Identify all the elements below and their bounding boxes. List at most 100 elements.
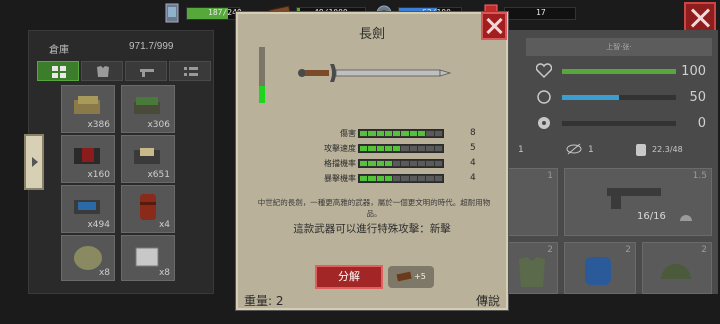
storage-slot[interactable]: x306	[121, 85, 175, 133]
stat-segment	[426, 161, 434, 166]
durability-bar	[259, 47, 265, 103]
damage-stat: 傷害 8	[288, 128, 498, 140]
storage-slot[interactable]: x494	[61, 185, 115, 233]
stat-label: 暴擊機率	[324, 174, 356, 183]
slot-number: 2	[701, 245, 707, 255]
crate-icon	[135, 247, 159, 267]
stat-segment	[368, 131, 376, 136]
heart-icon	[536, 63, 552, 79]
stat-segment	[360, 176, 368, 181]
stat-bar	[358, 159, 444, 168]
character-name: 上智·张·	[526, 38, 712, 56]
storage-slot[interactable]: x386	[61, 85, 115, 133]
stat-label: 攻擊速度	[324, 144, 356, 153]
stat-segment	[360, 131, 368, 136]
sub-stat-2: 1	[588, 145, 594, 155]
slot-count: x4	[158, 220, 170, 230]
gear-slot-helmet[interactable]: 2	[642, 242, 712, 294]
storage-slot[interactable]: x8	[61, 235, 115, 281]
stat-segment	[434, 161, 442, 166]
stat-bar	[358, 129, 444, 138]
slot-number: 2	[625, 245, 631, 255]
slot-count: x651	[147, 170, 170, 180]
cloth-stack-icon	[74, 96, 100, 114]
stomach-icon	[537, 90, 551, 104]
stat-segment	[384, 146, 393, 151]
stat-segment	[401, 161, 409, 166]
storage-slot[interactable]: x160	[61, 135, 115, 183]
slot-count: x8	[98, 268, 110, 278]
stat-segment	[426, 176, 434, 181]
weapon-slot[interactable]: 1.5 16/16	[564, 168, 712, 236]
blue-backpack-icon	[585, 257, 611, 285]
list-icon	[184, 67, 198, 76]
food-icon	[164, 3, 180, 23]
wire-stack-icon	[74, 200, 100, 214]
stat-segment	[409, 131, 418, 136]
storage-slot[interactable]: x4	[121, 185, 175, 233]
storage-slot[interactable]: x651	[121, 135, 175, 183]
pistol-icon	[607, 188, 661, 209]
storage-title: 倉庫	[49, 45, 69, 56]
stat-segment	[376, 146, 384, 151]
stat-segment	[393, 131, 401, 136]
cash-value: 17	[536, 8, 546, 17]
stat-segment	[401, 146, 409, 151]
slot-count: x386	[87, 120, 110, 130]
carry-weight: 22.3/48	[652, 145, 683, 154]
item-weight: 重量: 2	[244, 294, 284, 308]
item-detail-dialog: 長劍 傷害 8 攻擊速度 5 格擋機率 4 暴擊機率 4 中世紀的長劍，一種更高…	[236, 12, 508, 310]
health-value: 100	[681, 64, 706, 79]
storage-slot[interactable]: x8	[121, 235, 175, 281]
stat-segment	[393, 146, 401, 151]
gear-slot-backpack[interactable]: 2	[564, 242, 636, 294]
radiation-value: 0	[697, 116, 706, 131]
stat-segment	[434, 176, 442, 181]
stat-bar	[358, 144, 444, 153]
stat-value: 5	[470, 143, 476, 153]
ammo-count: 16/16	[637, 211, 666, 222]
stat-segment	[376, 131, 384, 136]
tab-list[interactable]	[169, 61, 211, 81]
gear-slot-left[interactable]: 1	[506, 168, 558, 236]
stat-segment	[418, 161, 426, 166]
crit-chance-stat: 暴擊機率 4	[288, 173, 498, 185]
stat-value: 4	[470, 158, 476, 168]
grid-icon	[52, 66, 66, 78]
stat-segment	[409, 161, 418, 166]
attack-speed-stat: 攻擊速度 5	[288, 143, 498, 155]
gear-slot-vest[interactable]: 2	[506, 242, 558, 294]
wood-icon	[396, 271, 412, 282]
eye-crossed-icon	[566, 143, 582, 155]
backpack-icon	[636, 144, 646, 156]
storage-panel: 倉庫 971.7/999 x386 x306 x160 x651 x494 x4…	[28, 30, 214, 294]
radiation-icon	[538, 117, 550, 129]
tab-all[interactable]	[37, 61, 79, 81]
slot-count: x306	[147, 120, 170, 130]
expand-panel-button[interactable]	[24, 134, 44, 190]
stat-value: 8	[470, 128, 476, 138]
stat-label: 傷害	[340, 129, 356, 138]
storage-capacity: 971.7/999	[129, 41, 174, 52]
slot-count: x494	[87, 220, 110, 230]
stat-segment	[368, 176, 376, 181]
stat-segment	[434, 131, 442, 136]
yield-amount: +5	[414, 272, 426, 281]
stat-segment	[384, 161, 393, 166]
helmet-small-icon	[680, 215, 692, 221]
stat-segment	[368, 146, 376, 151]
dismantle-button[interactable]: 分解	[315, 265, 383, 289]
stat-segment	[401, 176, 409, 181]
tab-weapons[interactable]	[125, 61, 167, 81]
vest-icon	[519, 257, 545, 287]
health-stat: 100	[536, 62, 712, 82]
tab-armor[interactable]	[81, 61, 123, 81]
stat-segment	[376, 176, 384, 181]
parts-stack-icon	[134, 148, 160, 164]
close-dialog-button[interactable]	[481, 12, 507, 40]
stat-segment	[360, 146, 368, 151]
sub-stat-1: 1	[518, 145, 524, 155]
sack-icon	[74, 246, 102, 270]
stat-segment	[360, 161, 368, 166]
stat-segment	[384, 176, 393, 181]
